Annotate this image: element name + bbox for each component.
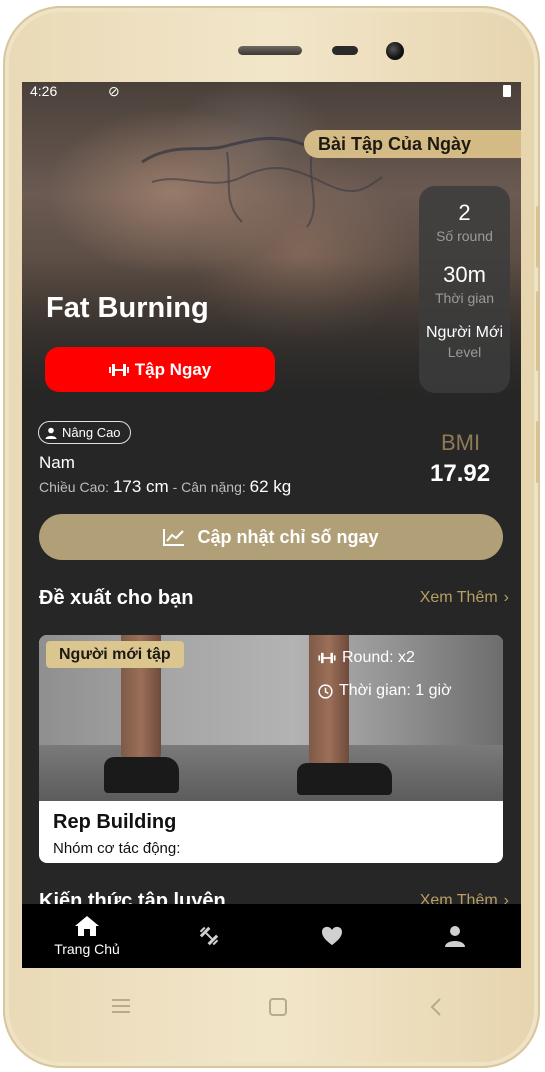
bmi-label: BMI — [441, 430, 481, 455]
recommend-more-link[interactable]: Xem Thêm › — [420, 589, 509, 607]
start-workout-label: Tập Ngay — [134, 359, 212, 379]
workout-stats-card: 2 Số round 30m Thời gian Người Mới Level — [419, 186, 510, 393]
workout-name: Rep Building — [53, 811, 177, 833]
card-duration: Thời gian: 1 giờ — [318, 682, 452, 700]
dumbbell-icon — [108, 363, 129, 376]
workout-card[interactable]: Người mới tập Round: x2 Thời gian: 1 giờ… — [39, 635, 503, 863]
daily-workout-badge: Bài Tập Của Ngày — [304, 130, 521, 158]
earpiece-speaker — [238, 46, 302, 55]
update-stats-button[interactable]: Cập nhật chỉ số ngay — [39, 514, 503, 560]
person-icon — [45, 427, 57, 439]
bottom-tab-bar: Trang Chủ — [22, 904, 521, 968]
back-icon[interactable] — [430, 998, 442, 1016]
stat-value: 2 — [458, 200, 471, 225]
chevron-right-icon: › — [503, 589, 509, 606]
dumbbell-icon — [318, 652, 336, 664]
heart-icon — [322, 926, 342, 946]
shoe-shape — [104, 757, 179, 793]
stat-label: Thời gian — [435, 290, 494, 306]
tab-workouts[interactable] — [147, 904, 271, 968]
height-label: Chiều Cao: — [39, 479, 110, 495]
update-stats-label: Cập nhật chỉ số ngay — [197, 526, 379, 547]
sync-icon: ⊘ — [108, 83, 120, 99]
level-chip[interactable]: Nâng Cao — [38, 421, 131, 444]
weight-label: Cân nặng: — [181, 479, 246, 495]
body-measurements: Chiều Cao: 173 cm - Cân nặng: 62 kg — [39, 477, 291, 497]
stat-label: Level — [447, 344, 482, 360]
gender-text: Nam — [39, 453, 75, 472]
card-rounds-text: Round: x2 — [342, 649, 415, 666]
tab-home-label: Trang Chủ — [54, 941, 120, 957]
battery-icon — [503, 85, 511, 97]
level-chip-label: Nâng Cao — [62, 425, 121, 440]
system-nav-bar — [22, 990, 521, 1030]
stat-value: 30m — [443, 262, 486, 287]
tab-profile[interactable] — [393, 904, 517, 968]
stat-value: Người Mới — [425, 324, 504, 341]
clock-icon — [318, 683, 333, 699]
card-rounds: Round: x2 — [318, 649, 415, 667]
tab-home[interactable]: Trang Chủ — [25, 904, 149, 968]
separator: - — [172, 479, 178, 495]
stat-duration: 30m Thời gian — [419, 262, 510, 306]
stat-rounds: 2 Số round — [419, 200, 510, 244]
start-workout-button[interactable]: Tập Ngay — [45, 347, 275, 392]
recommend-title: Đề xuất cho bạn — [39, 587, 194, 609]
shoe-shape — [297, 763, 392, 795]
volume-button-2 — [536, 291, 540, 371]
card-duration-text: Thời gian: 1 giờ — [339, 682, 452, 699]
home-icon — [75, 916, 99, 936]
chart-line-icon — [163, 529, 185, 546]
home-square-icon[interactable] — [269, 998, 287, 1016]
proximity-sensor — [332, 46, 358, 55]
front-camera — [386, 42, 404, 60]
recommend-more-label: Xem Thêm — [419, 589, 498, 606]
muscle-group-label: Nhóm cơ tác động: — [53, 840, 181, 857]
bmi-value: 17.92 — [430, 460, 491, 487]
user-icon — [445, 926, 465, 947]
workout-title: Fat Burning — [46, 292, 209, 324]
weight-value: 62 kg — [249, 477, 292, 496]
tab-favorites[interactable] — [270, 904, 394, 968]
menu-icon[interactable] — [112, 998, 130, 1014]
status-time: 4:26 — [30, 83, 58, 99]
volume-button — [536, 206, 540, 268]
status-bar: 4:26 ⊘ — [22, 82, 521, 100]
power-button — [536, 421, 540, 483]
stat-level: Người Mới Level — [419, 324, 510, 360]
difficulty-tag: Người mới tập — [46, 641, 184, 668]
height-value: 173 cm — [112, 477, 169, 496]
app-screen: 4:26 ⊘ Bài Tập Của Ngày 2 Số round 30m T… — [22, 82, 521, 968]
dumbbell-icon — [199, 926, 219, 946]
stat-label: Số round — [436, 228, 493, 244]
